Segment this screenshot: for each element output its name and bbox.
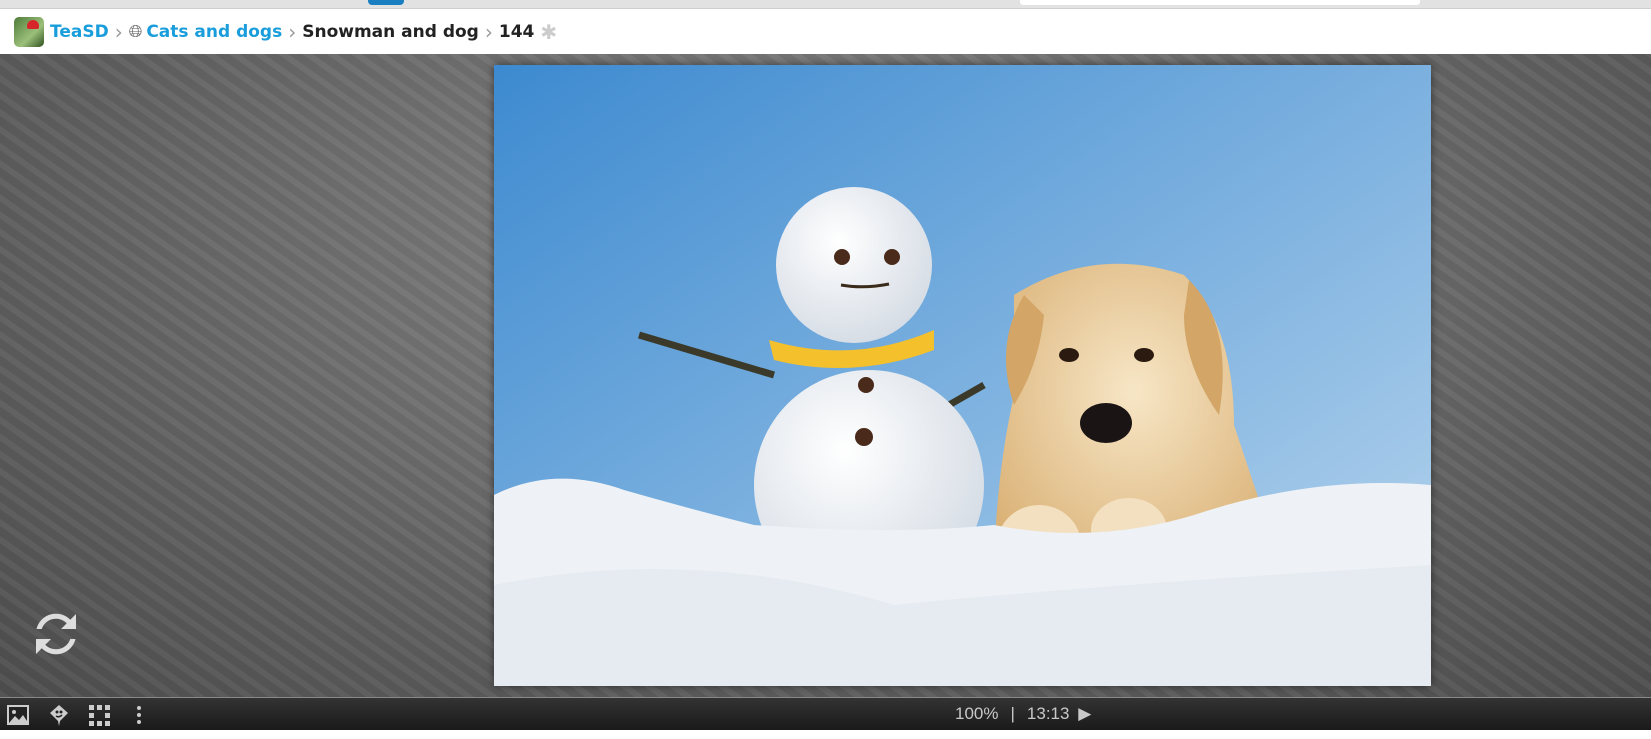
breadcrumb: TeaSD › 🌐︎ Cats and dogs › Snowman and d…	[0, 9, 1651, 54]
play-icon[interactable]: ▶	[1078, 704, 1091, 723]
map-pin-icon[interactable]	[46, 703, 72, 727]
status-separator: |	[1010, 704, 1015, 723]
slideshow-time: 13:13	[1026, 704, 1070, 723]
refresh-icon[interactable]	[26, 604, 86, 664]
breadcrumb-category[interactable]: Cats and dogs	[146, 22, 282, 42]
chevron-right-icon: ›	[288, 19, 297, 44]
grid-icon[interactable]	[86, 703, 112, 727]
puzzle-icon[interactable]: ✱	[540, 20, 557, 44]
bottom-toolbar: 100% | 13:13 ▶	[0, 697, 1651, 730]
breadcrumb-item: 144	[498, 21, 535, 42]
globe-icon: 🌐︎	[128, 21, 143, 42]
breadcrumb-album[interactable]: Snowman and dog	[302, 22, 479, 42]
status-readout: 100% | 13:13 ▶	[955, 704, 1091, 724]
chevron-right-icon: ›	[114, 19, 123, 44]
more-vertical-icon[interactable]	[126, 703, 152, 727]
app-logo[interactable]	[14, 16, 44, 47]
image-icon[interactable]	[5, 703, 31, 727]
browser-chrome	[0, 0, 1651, 9]
browser-tab[interactable]	[368, 0, 404, 5]
breadcrumb-site[interactable]: TeaSD	[50, 22, 109, 42]
photo[interactable]	[494, 65, 1431, 686]
zoom-level[interactable]: 100%	[955, 704, 998, 723]
chevron-right-icon: ›	[484, 19, 493, 44]
viewer-stage	[0, 54, 1651, 697]
browser-address-field[interactable]	[1020, 0, 1420, 5]
